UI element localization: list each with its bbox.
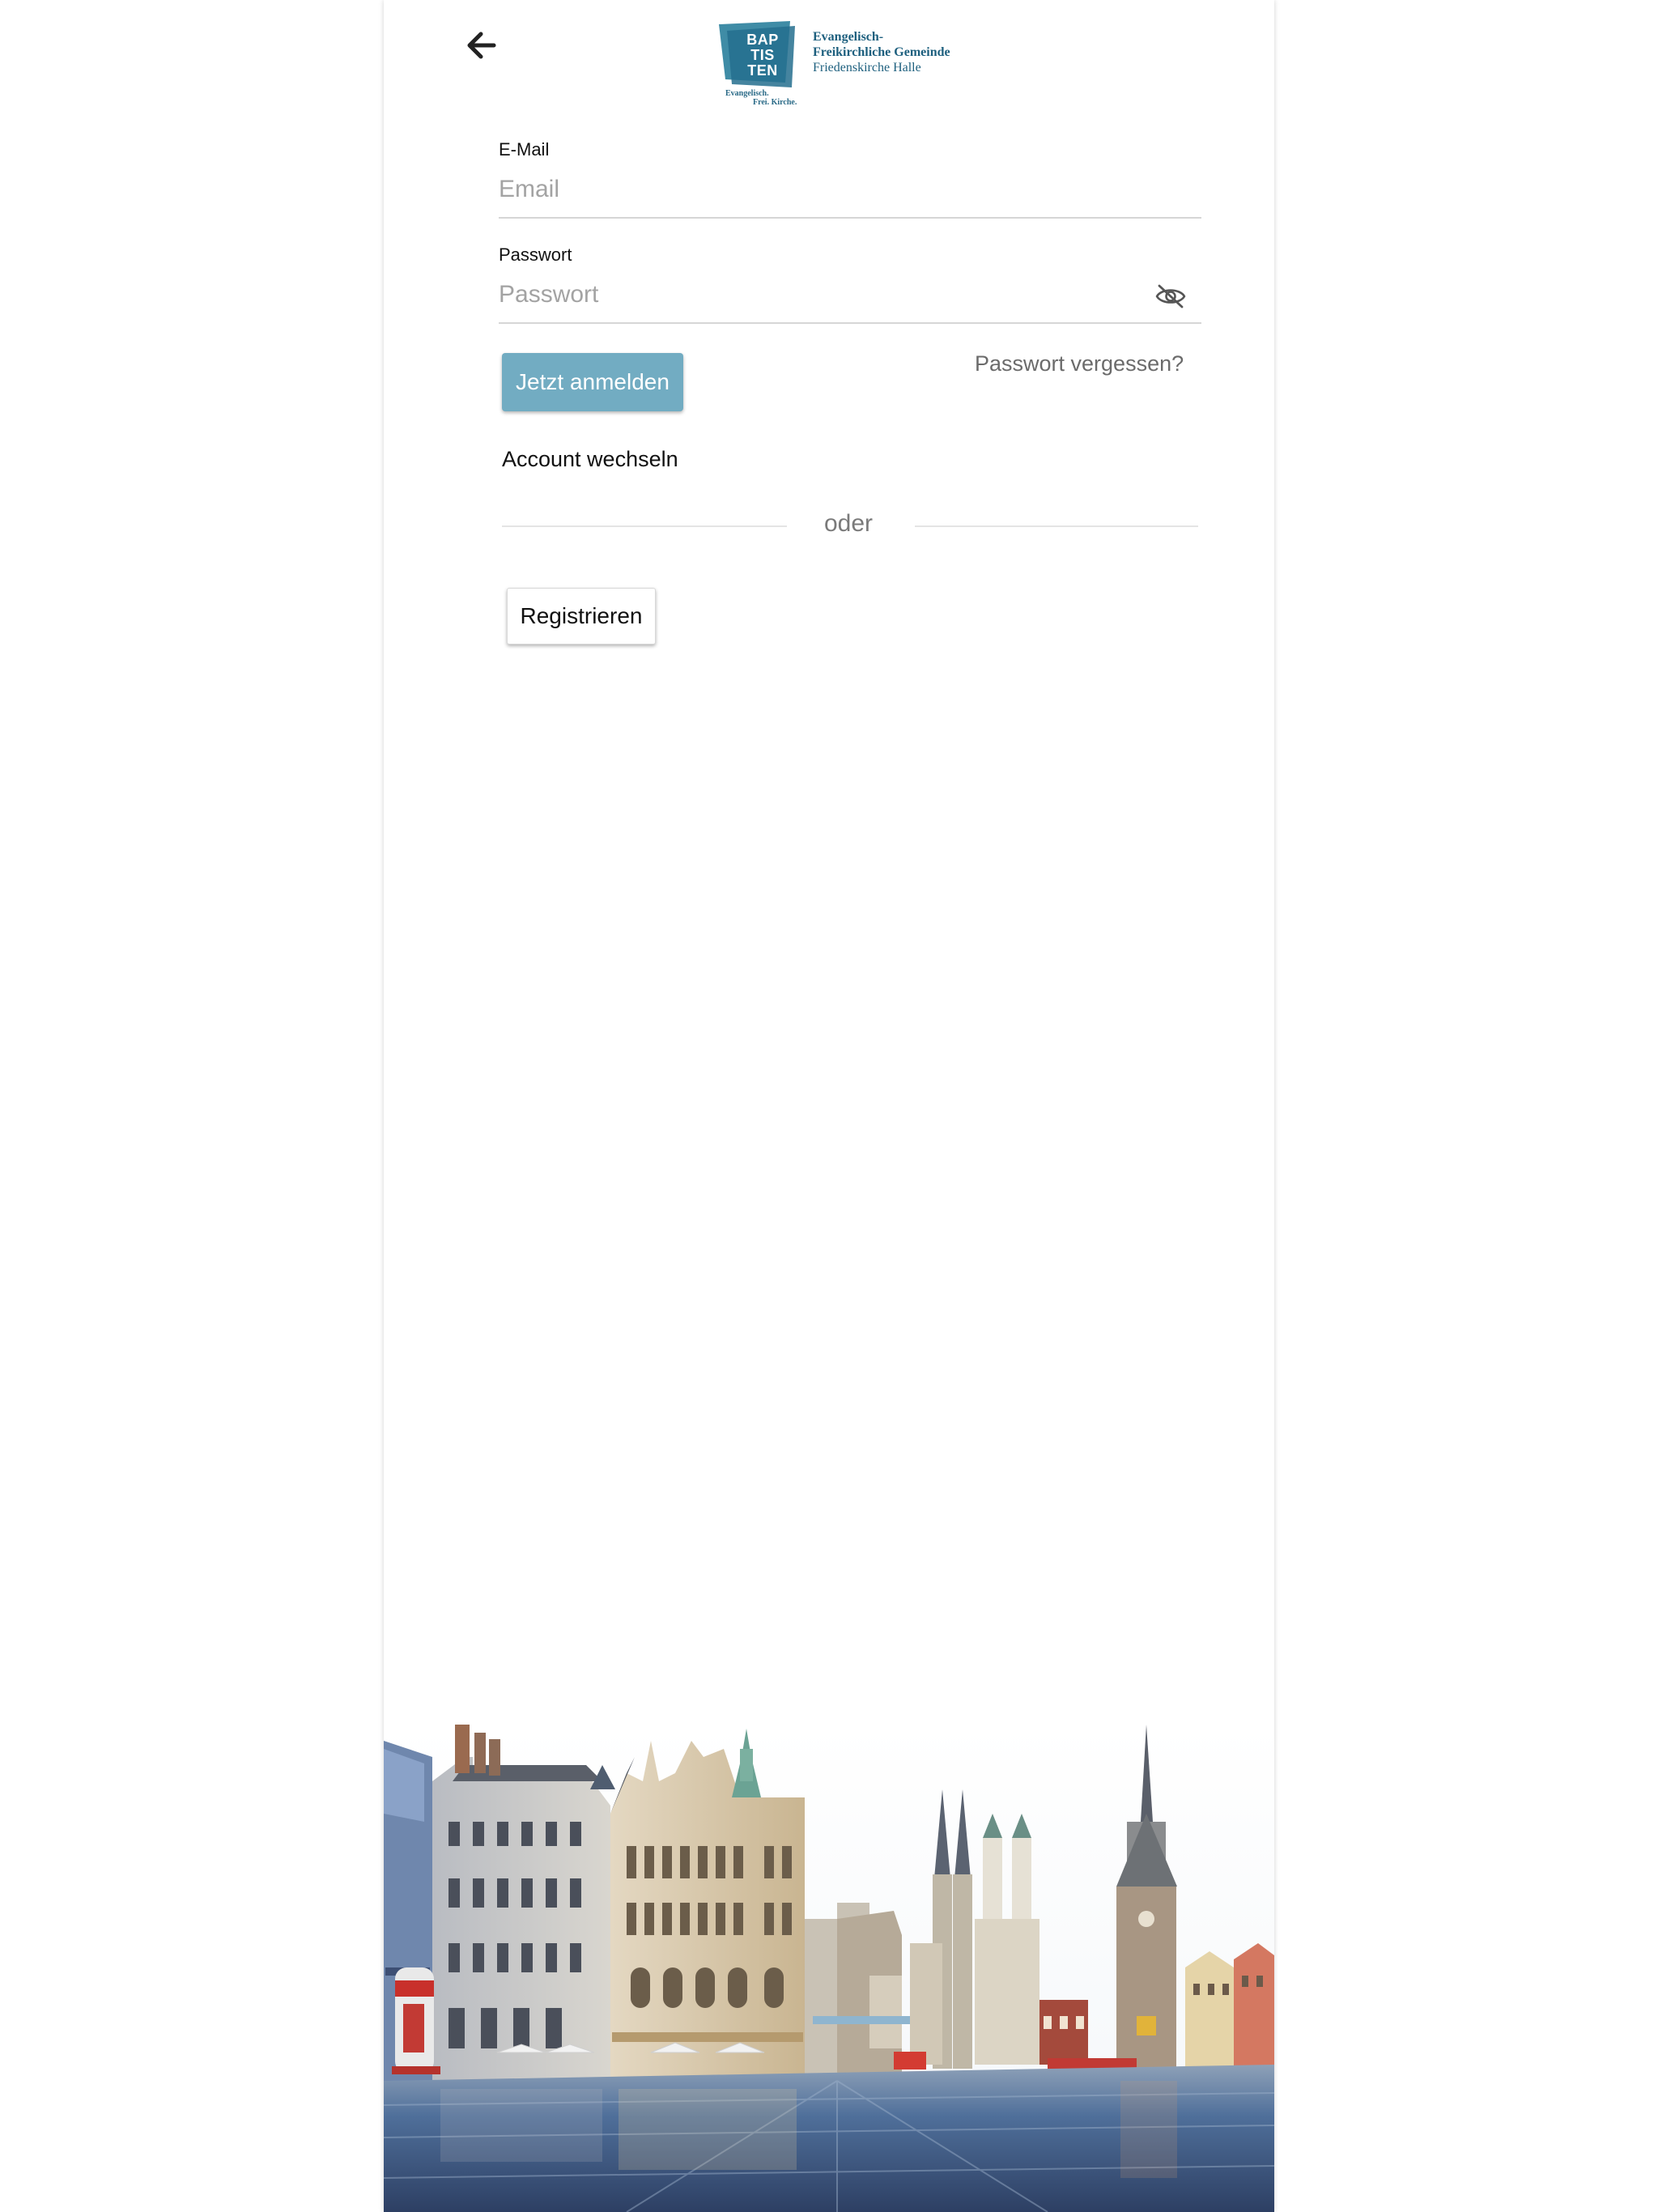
logo-mark-subtitle: Evangelisch. Frei. Kirche. (725, 89, 797, 107)
logo-line-1: Evangelisch- (813, 30, 884, 44)
arrow-left-icon (467, 32, 496, 59)
logo-line-2: Freikirchliche Gemeinde (813, 45, 950, 59)
logo-text: Evangelisch- Freikirchliche Gemeinde Fri… (813, 29, 999, 75)
email-label: E-Mail (499, 139, 550, 160)
password-input[interactable] (499, 270, 1114, 319)
back-button[interactable] (457, 24, 505, 66)
email-field-container (499, 165, 1201, 219)
email-input[interactable] (499, 165, 1114, 214)
page: BAP TIS TEN Evangelisch. Frei. Kirche. E… (0, 0, 1658, 2212)
login-panel: BAP TIS TEN Evangelisch. Frei. Kirche. E… (384, 0, 1274, 2212)
login-button[interactable]: Jetzt anmelden (502, 353, 683, 411)
register-button[interactable]: Registrieren (507, 588, 656, 644)
logo-mark-text: BAP TIS TEN (746, 32, 779, 79)
eye-off-icon (1155, 284, 1186, 308)
forgot-password-link[interactable]: Passwort vergessen? (975, 351, 1184, 376)
password-visibility-toggle[interactable] (1153, 282, 1188, 311)
divider-line-right (915, 525, 1198, 527)
baptisten-logo-mark: BAP TIS TEN Evangelisch. Frei. Kirche. (716, 19, 806, 108)
password-label: Passwort (499, 245, 572, 265)
divider-line-left (502, 525, 787, 527)
switch-account-link[interactable]: Account wechseln (502, 447, 678, 472)
password-field-container (499, 270, 1201, 324)
church-logo: BAP TIS TEN Evangelisch. Frei. Kirche. E… (716, 19, 991, 108)
divider-text: oder (824, 510, 874, 537)
city-panorama-image (384, 1725, 1274, 2212)
logo-line-3: Friedenskirche Halle (813, 61, 921, 74)
